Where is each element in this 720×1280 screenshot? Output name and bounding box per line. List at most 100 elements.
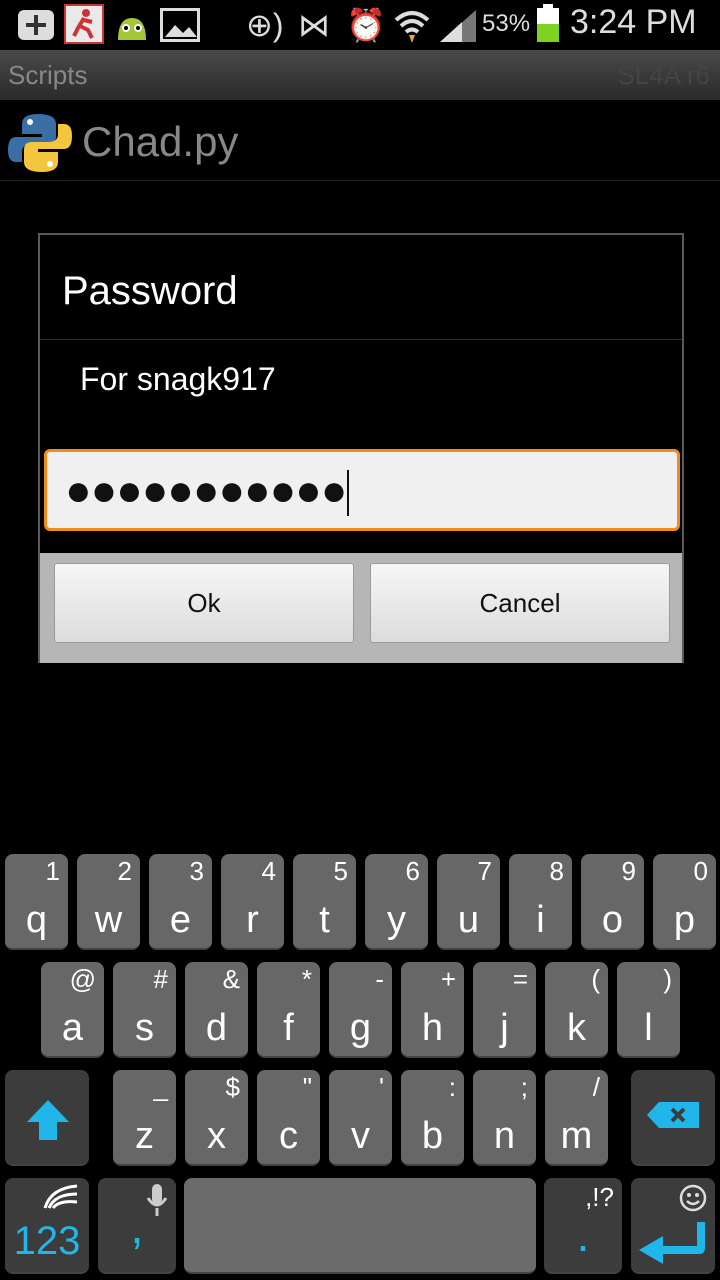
alarm-icon: ⏰ bbox=[346, 7, 386, 43]
app-title-bar: Scripts SL4A r6 bbox=[0, 50, 720, 100]
key-label: l bbox=[644, 1007, 653, 1049]
period-label: . bbox=[576, 1209, 590, 1261]
key-u[interactable]: 7u bbox=[437, 854, 500, 950]
app-title: Scripts bbox=[8, 60, 88, 90]
password-dialog: Password For snagk917 ●●●●●●●●●●● Ok Can… bbox=[38, 233, 684, 663]
key-v[interactable]: ' v bbox=[329, 1070, 392, 1166]
key-j[interactable]: = j bbox=[473, 962, 536, 1058]
shift-key[interactable] bbox=[5, 1070, 89, 1166]
key-secondary-label: 8 bbox=[549, 856, 564, 886]
key-secondary-label: ' bbox=[379, 1072, 384, 1102]
key-k[interactable]: (k bbox=[545, 962, 608, 1058]
key-secondary-label: ( bbox=[591, 964, 600, 994]
key-p[interactable]: 0p bbox=[653, 854, 716, 950]
key-label: q bbox=[25, 899, 48, 941]
key-t[interactable]: 5t bbox=[293, 854, 356, 950]
space-key[interactable] bbox=[184, 1178, 536, 1274]
key-s[interactable]: # s bbox=[113, 962, 176, 1058]
key-label: d bbox=[205, 1007, 228, 1049]
key-label: g bbox=[349, 1007, 372, 1049]
enter-key[interactable] bbox=[631, 1178, 715, 1274]
key-secondary-label: * bbox=[301, 964, 312, 994]
key-secondary-label: 4 bbox=[261, 856, 276, 886]
key-label: a bbox=[61, 1007, 84, 1049]
password-input[interactable]: ●●●●●●●●●●● bbox=[44, 449, 680, 531]
keyboard: 1q2w3e4r5t6y7u8i9o0p @ a # s & d * f - g + h = j(k) l … bbox=[0, 848, 720, 1280]
key-secondary-label: ) bbox=[663, 964, 672, 994]
key-a[interactable]: @ a bbox=[41, 962, 104, 1058]
runner-icon bbox=[64, 4, 104, 44]
key-secondary-label: / bbox=[592, 1072, 600, 1102]
comma-key[interactable]: , bbox=[98, 1178, 176, 1274]
key-secondary-label: ; bbox=[520, 1072, 528, 1102]
period-key[interactable]: ,!? . bbox=[544, 1178, 622, 1274]
key-m[interactable]: / m bbox=[545, 1070, 608, 1166]
list-item[interactable]: Chad.py bbox=[0, 100, 720, 181]
key-z[interactable]: _ z bbox=[113, 1070, 176, 1166]
key-c[interactable]: " c bbox=[257, 1070, 320, 1166]
key-secondary-label: 9 bbox=[621, 856, 636, 886]
clock: 3:24 PM bbox=[570, 3, 697, 41]
battery-icon bbox=[537, 8, 559, 42]
key-f[interactable]: * f bbox=[257, 962, 320, 1058]
key-x[interactable]: $ x bbox=[185, 1070, 248, 1166]
key-label: e bbox=[169, 899, 192, 941]
key-secondary-label: : bbox=[448, 1072, 456, 1102]
key-label: f bbox=[283, 1007, 294, 1049]
swiftkey-icon bbox=[43, 1184, 78, 1209]
key-o[interactable]: 9o bbox=[581, 854, 644, 950]
python-icon bbox=[8, 112, 72, 174]
dialog-title: Password bbox=[62, 269, 238, 313]
key-label: t bbox=[319, 899, 330, 941]
key-y[interactable]: 6y bbox=[365, 854, 428, 950]
key-secondary-label: # bbox=[153, 964, 168, 994]
key-h[interactable]: + h bbox=[401, 962, 464, 1058]
key-label: p bbox=[673, 899, 696, 941]
key-i[interactable]: 8i bbox=[509, 854, 572, 950]
key-secondary-label: 0 bbox=[693, 856, 708, 886]
symbols-key[interactable]: 123 bbox=[5, 1178, 89, 1274]
backspace-key[interactable] bbox=[631, 1070, 715, 1166]
key-label: j bbox=[500, 1007, 509, 1049]
key-secondary-label: 1 bbox=[45, 856, 60, 886]
signal-icon bbox=[438, 8, 478, 44]
key-secondary-label: $ bbox=[225, 1072, 240, 1102]
ok-button[interactable]: Ok bbox=[54, 563, 354, 643]
key-label: s bbox=[135, 1007, 154, 1049]
text-cursor bbox=[347, 470, 350, 517]
nfc-icon: ⊕) bbox=[246, 7, 284, 43]
key-label: c bbox=[279, 1115, 298, 1157]
key-secondary-label: 7 bbox=[477, 856, 492, 886]
key-label: m bbox=[560, 1115, 593, 1157]
key-d[interactable]: & d bbox=[185, 962, 248, 1058]
key-label: h bbox=[421, 1007, 444, 1049]
comma-label: , bbox=[130, 1201, 144, 1253]
key-label: v bbox=[351, 1115, 370, 1157]
key-q[interactable]: 1q bbox=[5, 854, 68, 950]
key-r[interactable]: 4r bbox=[221, 854, 284, 950]
status-bar: ⊕) ⋈ ⏰ 53% 3:24 PM bbox=[0, 0, 720, 50]
key-secondary-label: 6 bbox=[405, 856, 420, 886]
dialog-message: For snagk917 bbox=[80, 361, 276, 397]
battery-level bbox=[537, 23, 559, 42]
key-w[interactable]: 2w bbox=[77, 854, 140, 950]
battery-percent: 53% bbox=[482, 10, 531, 37]
key-label: o bbox=[601, 899, 624, 941]
image-icon bbox=[160, 8, 200, 42]
key-secondary-label: 3 bbox=[189, 856, 204, 886]
key-label: i bbox=[536, 899, 545, 941]
key-e[interactable]: 3e bbox=[149, 854, 212, 950]
cancel-button[interactable]: Cancel bbox=[370, 563, 670, 643]
key-secondary-label: _ bbox=[153, 1072, 168, 1102]
key-b[interactable]: :b bbox=[401, 1070, 464, 1166]
key-n[interactable]: ; n bbox=[473, 1070, 536, 1166]
enter-icon bbox=[639, 1222, 705, 1264]
key-g[interactable]: -g bbox=[329, 962, 392, 1058]
smiley-icon bbox=[679, 1184, 707, 1212]
key-secondary-label: = bbox=[512, 964, 528, 994]
key-label: r bbox=[246, 899, 259, 941]
key-secondary-label: 2 bbox=[117, 856, 132, 886]
key-l[interactable]: ) l bbox=[617, 962, 680, 1058]
key-label: u bbox=[457, 899, 480, 941]
plus-icon bbox=[18, 10, 54, 40]
